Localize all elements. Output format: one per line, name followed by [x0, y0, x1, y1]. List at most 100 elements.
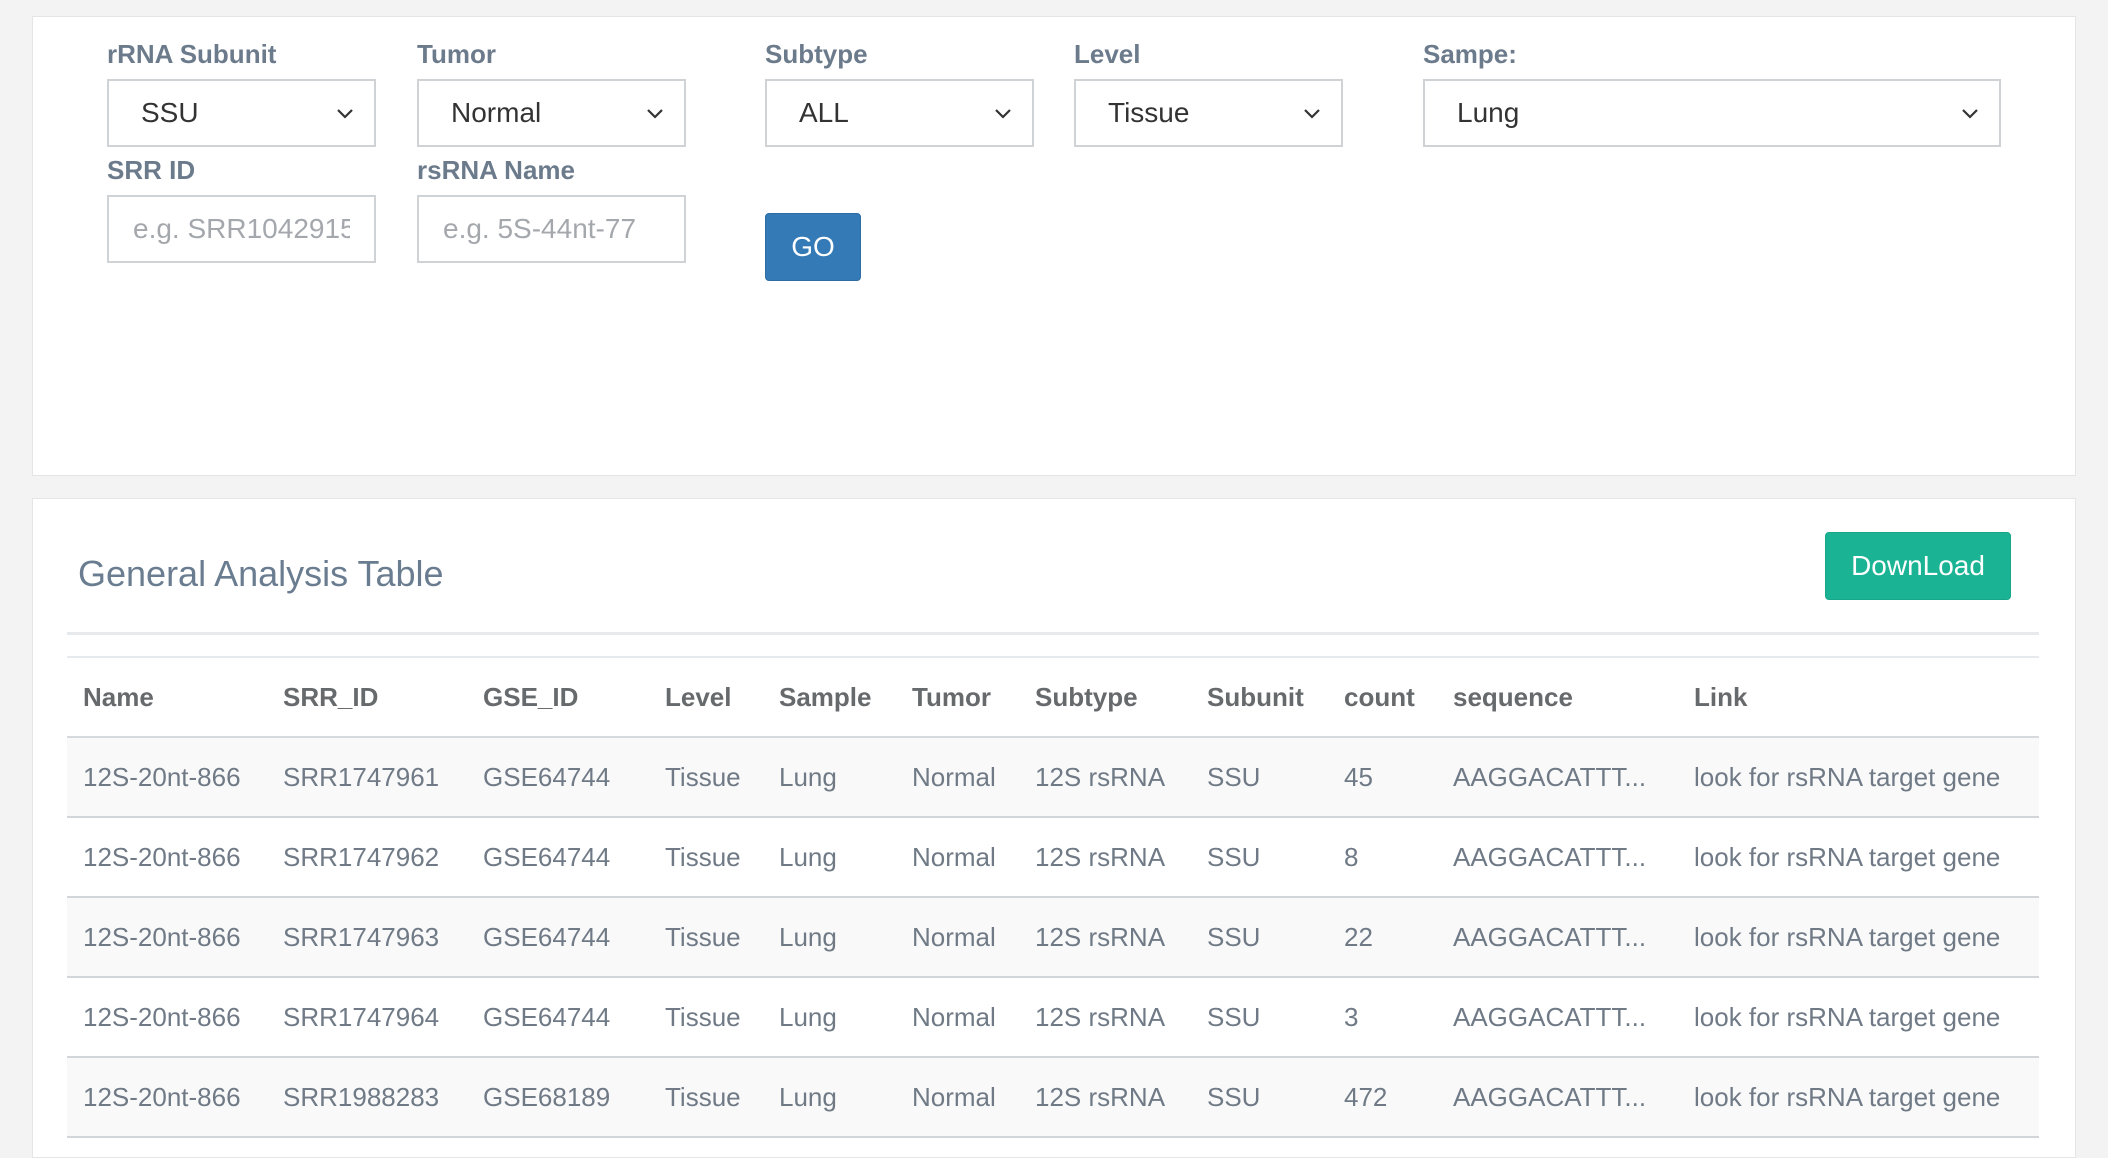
sample-select[interactable]: Lung — [1423, 79, 2001, 147]
cell-subtype: 12S rsRNA — [1019, 977, 1191, 1058]
chevron-down-icon — [1962, 109, 1978, 119]
go-button[interactable]: GO — [765, 213, 861, 281]
cell-level: Tissue — [649, 977, 763, 1058]
level-select[interactable]: Tissue — [1074, 79, 1343, 147]
cell-level: Tissue — [649, 897, 763, 978]
table-row: 12S-20nt-866 SRR1747962 GSE64744 Tissue … — [67, 817, 2039, 898]
srr-id-label: SRR ID — [107, 155, 196, 185]
column-header-count[interactable]: count — [1328, 657, 1437, 738]
level-label: Level — [1074, 39, 1141, 69]
cell-name: 12S-20nt-866 — [67, 897, 267, 978]
cell-gse-id: GSE64744 — [467, 897, 649, 978]
analysis-table: Name SRR_ID GSE_ID Level Sample Tumor Su… — [67, 656, 2039, 1138]
cell-subunit: SSU — [1191, 897, 1328, 978]
rrna-subunit-label: rRNA Subunit — [107, 39, 277, 69]
cell-srr-id: SRR1747963 — [267, 897, 467, 978]
table-panel: General Analysis Table DownLoad Name SRR… — [32, 498, 2076, 1158]
cell-gse-id: GSE64744 — [467, 817, 649, 898]
filter-panel: rRNA Subunit SSU Tumor Normal Subtype AL… — [32, 16, 2076, 476]
cell-count: 472 — [1328, 1057, 1437, 1138]
cell-subunit: SSU — [1191, 1057, 1328, 1138]
rsrna-name-input[interactable] — [417, 195, 686, 263]
chevron-down-icon — [995, 109, 1011, 119]
level-value: Tissue — [1108, 97, 1190, 128]
column-header-level[interactable]: Level — [649, 657, 763, 738]
cell-level: Tissue — [649, 737, 763, 818]
cell-subtype: 12S rsRNA — [1019, 817, 1191, 898]
sample-label: Sampe: — [1423, 39, 1517, 69]
subtype-select[interactable]: ALL — [765, 79, 1034, 147]
srr-id-input[interactable] — [107, 195, 376, 263]
target-gene-link[interactable]: look for rsRNA target gene — [1678, 977, 2039, 1058]
cell-tumor: Normal — [896, 897, 1019, 978]
table-title: General Analysis Table — [78, 553, 444, 594]
cell-srr-id: SRR1988283 — [267, 1057, 467, 1138]
rrna-subunit-value: SSU — [141, 97, 199, 128]
cell-subtype: 12S rsRNA — [1019, 1057, 1191, 1138]
cell-subtype: 12S rsRNA — [1019, 737, 1191, 818]
column-header-subunit[interactable]: Subunit — [1191, 657, 1328, 738]
chevron-down-icon — [647, 109, 663, 119]
cell-tumor: Normal — [896, 977, 1019, 1058]
target-gene-link[interactable]: look for rsRNA target gene — [1678, 737, 2039, 818]
cell-count: 22 — [1328, 897, 1437, 978]
cell-name: 12S-20nt-866 — [67, 1057, 267, 1138]
subtype-label: Subtype — [765, 39, 868, 69]
table-row: 12S-20nt-866 SRR1747963 GSE64744 Tissue … — [67, 897, 2039, 978]
title-divider — [67, 632, 2039, 635]
cell-level: Tissue — [649, 1057, 763, 1138]
target-gene-link[interactable]: look for rsRNA target gene — [1678, 817, 2039, 898]
chevron-down-icon — [1304, 109, 1320, 119]
column-header-sequence[interactable]: sequence — [1437, 657, 1678, 738]
chevron-down-icon — [337, 109, 353, 119]
cell-count: 8 — [1328, 817, 1437, 898]
target-gene-link[interactable]: look for rsRNA target gene — [1678, 897, 2039, 978]
cell-sequence: AAGGACATTT... — [1437, 1057, 1678, 1138]
cell-name: 12S-20nt-866 — [67, 977, 267, 1058]
cell-gse-id: GSE68189 — [467, 1057, 649, 1138]
cell-sample: Lung — [763, 897, 896, 978]
cell-tumor: Normal — [896, 817, 1019, 898]
sample-value: Lung — [1457, 97, 1520, 128]
cell-name: 12S-20nt-866 — [67, 817, 267, 898]
tumor-label: Tumor — [417, 39, 496, 69]
cell-subunit: SSU — [1191, 817, 1328, 898]
cell-subunit: SSU — [1191, 737, 1328, 818]
cell-sample: Lung — [763, 977, 896, 1058]
rrna-subunit-select[interactable]: SSU — [107, 79, 376, 147]
cell-subunit: SSU — [1191, 977, 1328, 1058]
cell-count: 45 — [1328, 737, 1437, 818]
column-header-sample[interactable]: Sample — [763, 657, 896, 738]
column-header-link[interactable]: Link — [1678, 657, 2039, 738]
column-header-tumor[interactable]: Tumor — [896, 657, 1019, 738]
table-row: 12S-20nt-866 SRR1988283 GSE68189 Tissue … — [67, 1057, 2039, 1138]
table-row: 12S-20nt-866 SRR1747964 GSE64744 Tissue … — [67, 977, 2039, 1058]
cell-sample: Lung — [763, 737, 896, 818]
column-header-subtype[interactable]: Subtype — [1019, 657, 1191, 738]
download-button[interactable]: DownLoad — [1825, 532, 2011, 600]
subtype-value: ALL — [799, 97, 849, 128]
cell-tumor: Normal — [896, 1057, 1019, 1138]
table-row: 12S-20nt-866 SRR1747961 GSE64744 Tissue … — [67, 737, 2039, 818]
cell-level: Tissue — [649, 817, 763, 898]
cell-sequence: AAGGACATTT... — [1437, 737, 1678, 818]
cell-sample: Lung — [763, 817, 896, 898]
cell-name: 12S-20nt-866 — [67, 737, 267, 818]
cell-gse-id: GSE64744 — [467, 737, 649, 818]
cell-sample: Lung — [763, 1057, 896, 1138]
cell-sequence: AAGGACATTT... — [1437, 897, 1678, 978]
table-header-row: Name SRR_ID GSE_ID Level Sample Tumor Su… — [67, 657, 2039, 738]
cell-sequence: AAGGACATTT... — [1437, 977, 1678, 1058]
column-header-name[interactable]: Name — [67, 657, 267, 738]
rsrna-name-label: rsRNA Name — [417, 155, 575, 185]
cell-srr-id: SRR1747961 — [267, 737, 467, 818]
tumor-value: Normal — [451, 97, 542, 128]
cell-srr-id: SRR1747962 — [267, 817, 467, 898]
column-header-gse-id[interactable]: GSE_ID — [467, 657, 649, 738]
tumor-select[interactable]: Normal — [417, 79, 686, 147]
cell-count: 3 — [1328, 977, 1437, 1058]
cell-gse-id: GSE64744 — [467, 977, 649, 1058]
column-header-srr-id[interactable]: SRR_ID — [267, 657, 467, 738]
target-gene-link[interactable]: look for rsRNA target gene — [1678, 1057, 2039, 1138]
cell-sequence: AAGGACATTT... — [1437, 817, 1678, 898]
